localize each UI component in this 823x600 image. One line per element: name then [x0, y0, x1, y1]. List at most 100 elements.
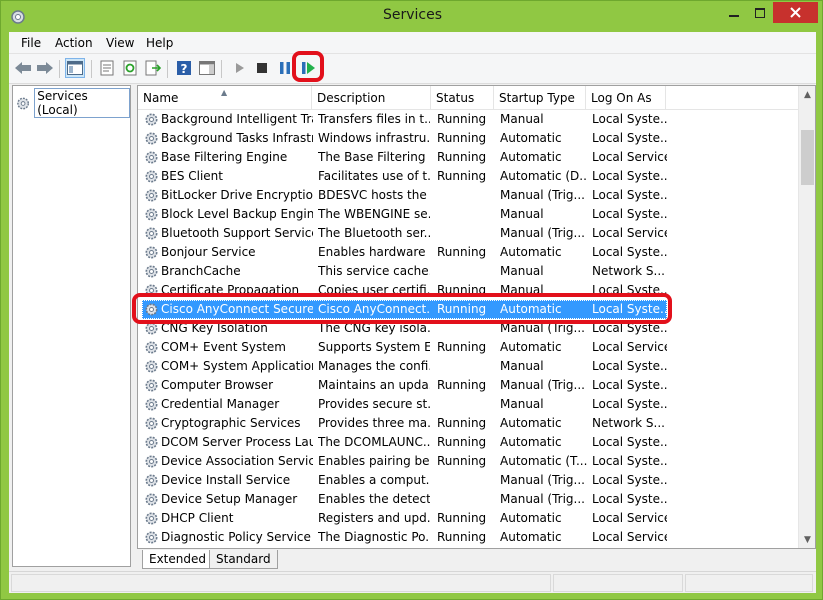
- table-row[interactable]: Background Tasks Infrastr... Windows infr…: [138, 129, 798, 148]
- cell-status: Running: [437, 416, 487, 430]
- scroll-thumb[interactable]: [801, 130, 814, 185]
- cell-description: Enables the detect...: [318, 492, 430, 506]
- scroll-up-icon[interactable]: ▲: [799, 86, 815, 103]
- cell-name: Bonjour Service: [161, 245, 256, 259]
- table-row[interactable]: Certificate Propagation Copies user certi…: [138, 281, 798, 300]
- restart-service-icon: [302, 62, 315, 74]
- menu-action[interactable]: Action: [55, 36, 93, 50]
- service-gear-icon: [145, 493, 158, 506]
- cell-description: The Base Filtering ...: [318, 150, 430, 164]
- cell-startup-type: Manual: [500, 264, 544, 278]
- table-row-selected[interactable]: Cisco AnyConnect Secure ... Cisco AnyConn…: [138, 300, 798, 319]
- table-row[interactable]: Bluetooth Support Service The Bluetooth s…: [138, 224, 798, 243]
- table-row[interactable]: Computer Browser Maintains an upda... Runn…: [138, 376, 798, 395]
- cell-name: Diagnostic Policy Service: [161, 530, 311, 544]
- action-pane-button[interactable]: [197, 58, 217, 78]
- column-header-startup-type[interactable]: Startup Type: [494, 86, 586, 110]
- table-row[interactable]: Device Association Service Enables pairin…: [138, 452, 798, 471]
- tab-standard[interactable]: Standard: [209, 550, 278, 569]
- column-header-status[interactable]: Status: [431, 86, 494, 110]
- table-row[interactable]: BranchCache This service cache... Manual Ne…: [138, 262, 798, 281]
- cell-name: BES Client: [161, 169, 223, 183]
- export-list-button[interactable]: [143, 58, 163, 78]
- table-row[interactable]: BES Client Facilitates use of t... Running…: [138, 167, 798, 186]
- column-header-name[interactable]: Name ▲: [138, 86, 312, 110]
- restart-service-button[interactable]: [299, 58, 319, 78]
- table-row[interactable]: COM+ Event System Supports System E... Run…: [138, 338, 798, 357]
- cell-log-on-as: Local Syste...: [592, 473, 667, 487]
- cell-name: Base Filtering Engine: [161, 150, 288, 164]
- cell-status: Running: [437, 112, 487, 126]
- cell-startup-type: Manual: [500, 112, 544, 126]
- table-row[interactable]: Bonjour Service Enables hardware ... Runni…: [138, 243, 798, 262]
- refresh-icon: [123, 60, 137, 76]
- table-row[interactable]: Block Level Backup Engine... The WBENGINE…: [138, 205, 798, 224]
- column-header-description[interactable]: Description: [312, 86, 431, 110]
- cell-log-on-as: Local Syste...: [592, 131, 667, 145]
- maximize-button[interactable]: [747, 2, 773, 23]
- cell-startup-type: Manual: [500, 283, 544, 297]
- table-row[interactable]: DCOM Server Process Lau... The DCOMLAUNC.…: [138, 433, 798, 452]
- refresh-button[interactable]: [120, 58, 140, 78]
- cell-description: Transfers files in t...: [318, 112, 430, 126]
- tab-extended[interactable]: Extended: [142, 550, 213, 569]
- vertical-scrollbar[interactable]: ▲ ▼: [798, 86, 815, 548]
- cell-name: DHCP Client: [161, 511, 234, 525]
- service-gear-icon: [145, 132, 158, 145]
- cell-startup-type: Automatic: [500, 435, 562, 449]
- service-gear-icon: [145, 360, 158, 373]
- cell-log-on-as: Local Syste...: [592, 207, 667, 221]
- column-header-log-on-as[interactable]: Log On As: [586, 86, 666, 110]
- table-row[interactable]: Credential Manager Provides secure st... M…: [138, 395, 798, 414]
- cell-description: BDESVC hosts the ...: [318, 188, 430, 202]
- help-button[interactable]: ?: [174, 58, 194, 78]
- stop-service-button[interactable]: [252, 58, 272, 78]
- forward-button[interactable]: [35, 58, 55, 78]
- back-button[interactable]: [13, 58, 33, 78]
- stop-service-icon: [257, 63, 267, 73]
- menu-view[interactable]: View: [106, 36, 134, 50]
- minimize-button[interactable]: [720, 2, 747, 23]
- console-tree-pane: Services (Local): [12, 85, 131, 567]
- cell-log-on-as: Local Service: [592, 340, 667, 354]
- service-gear-icon: [145, 151, 158, 164]
- service-gear-icon: [145, 189, 158, 202]
- close-button[interactable]: [773, 2, 818, 23]
- cell-log-on-as: Local Syste...: [592, 454, 667, 468]
- pause-service-button[interactable]: [275, 58, 295, 78]
- table-row[interactable]: Diagnostic Policy Service The Diagnostic …: [138, 528, 798, 547]
- cell-status: Running: [437, 302, 487, 316]
- table-row[interactable]: DHCP Client Registers and upd... Running Au…: [138, 509, 798, 528]
- scroll-down-icon[interactable]: ▼: [799, 531, 815, 548]
- cell-startup-type: Automatic: [500, 150, 562, 164]
- services-gear-icon: [17, 97, 30, 109]
- table-row[interactable]: COM+ System Application Manages the confi…: [138, 357, 798, 376]
- properties-button[interactable]: [97, 58, 117, 78]
- cell-name: BitLocker Drive Encryption...: [161, 188, 313, 202]
- tree-item-services-local[interactable]: Services (Local): [16, 88, 130, 118]
- table-row[interactable]: CNG Key Isolation The CNG key isola... Man…: [138, 319, 798, 338]
- table-row[interactable]: Background Intelligent Tra... Transfers f…: [138, 110, 798, 129]
- show-hide-console-tree-button[interactable]: [65, 58, 85, 78]
- start-service-button[interactable]: [230, 58, 250, 78]
- table-row[interactable]: Base Filtering Engine The Base Filtering …: [138, 148, 798, 167]
- menu-help[interactable]: Help: [146, 36, 173, 50]
- window-title: Services: [382, 7, 443, 23]
- service-gear-icon: [145, 531, 158, 544]
- forward-icon: [37, 62, 53, 74]
- cell-name: Background Tasks Infrastr...: [161, 131, 313, 145]
- cell-description: Enables hardware ...: [318, 245, 430, 259]
- service-gear-icon: [145, 455, 158, 468]
- table-row[interactable]: Device Setup Manager Enables the detect..…: [138, 490, 798, 509]
- table-row[interactable]: Cryptographic Services Provides three ma.…: [138, 414, 798, 433]
- cell-description: The CNG key isola...: [318, 321, 430, 335]
- title-bar[interactable]: Services: [1, 1, 823, 33]
- console-tree-icon: [67, 61, 83, 75]
- table-row[interactable]: BitLocker Drive Encryption... BDESVC host…: [138, 186, 798, 205]
- table-row[interactable]: Device Install Service Enables a comput..…: [138, 471, 798, 490]
- menu-file[interactable]: File: [21, 36, 41, 50]
- cell-description: Facilitates use of t...: [318, 169, 430, 183]
- cell-startup-type: Automatic: [500, 416, 562, 430]
- status-cell-main: [11, 574, 551, 592]
- cell-log-on-as: Local Syste...: [592, 492, 667, 506]
